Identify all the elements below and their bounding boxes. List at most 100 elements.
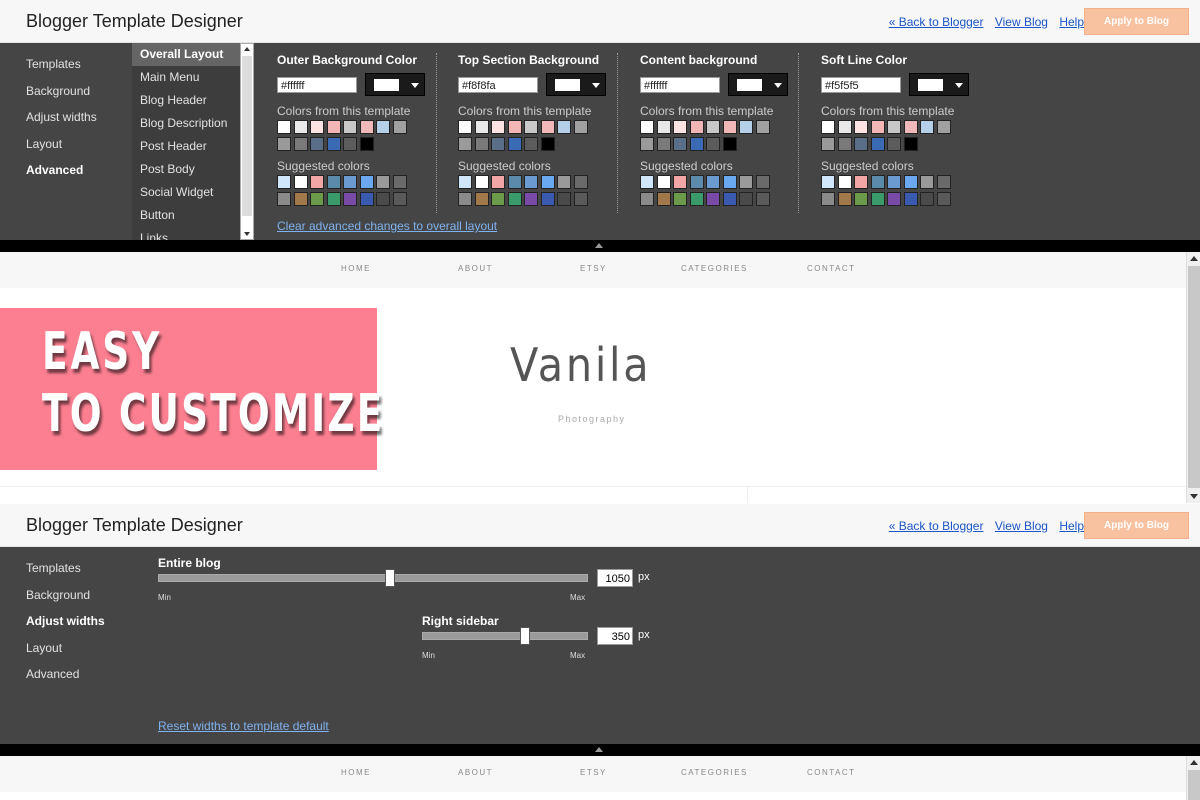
color-swatch[interactable] [673, 120, 687, 134]
scroll-up-icon[interactable] [1190, 256, 1198, 261]
color-swatch[interactable] [573, 191, 588, 206]
nav-item-advanced[interactable]: Advanced [26, 163, 97, 190]
color-swatch[interactable] [821, 136, 835, 151]
color-swatch[interactable] [573, 175, 588, 189]
color-swatch[interactable] [739, 120, 753, 134]
color-swatch[interactable] [706, 175, 720, 189]
color-swatch[interactable] [870, 136, 885, 151]
color-swatch[interactable] [310, 175, 324, 189]
nav-item-advanced[interactable]: Advanced [26, 667, 105, 694]
color-swatch[interactable] [474, 120, 489, 134]
color-swatch[interactable] [722, 120, 737, 134]
color-swatch[interactable] [689, 136, 704, 151]
color-swatch[interactable] [656, 120, 671, 134]
subnav-item-main-menu[interactable]: Main Menu [132, 66, 240, 89]
color-swatch[interactable] [854, 120, 868, 134]
color-swatch[interactable] [310, 191, 324, 206]
color-swatch[interactable] [557, 120, 571, 134]
color-swatch[interactable] [887, 175, 901, 189]
color-swatch[interactable] [870, 175, 885, 189]
color-swatch[interactable] [458, 175, 472, 189]
color-swatch[interactable] [870, 120, 885, 134]
color-swatch[interactable] [854, 191, 868, 206]
hex-input[interactable]: #f8f8fa [458, 77, 538, 93]
nav-item-templates[interactable]: Templates [26, 57, 97, 84]
color-swatch[interactable] [887, 191, 901, 206]
color-swatch[interactable] [640, 120, 654, 134]
back-to-blogger-link[interactable]: « Back to Blogger [889, 15, 984, 29]
entire-blog-track[interactable] [158, 574, 588, 582]
right-sidebar-width-input[interactable]: 350 [597, 627, 633, 645]
hex-input[interactable]: #ffffff [640, 77, 720, 93]
color-swatch[interactable] [903, 175, 918, 189]
view-blog-link[interactable]: View Blog [995, 15, 1048, 29]
color-swatch[interactable] [343, 191, 357, 206]
color-swatch[interactable] [837, 120, 852, 134]
color-swatch[interactable] [854, 175, 868, 189]
menu-categories[interactable]: CATEGORIES [681, 264, 748, 273]
color-swatch[interactable] [507, 191, 522, 206]
nav-item-templates[interactable]: Templates [26, 561, 105, 588]
nav-item-background[interactable]: Background [26, 588, 105, 615]
color-swatch[interactable] [854, 136, 868, 151]
menu-contact[interactable]: CONTACT [807, 264, 856, 273]
color-swatch[interactable] [343, 136, 357, 151]
menu-etsy[interactable]: ETSY [580, 768, 607, 777]
color-swatch[interactable] [573, 120, 588, 134]
color-swatch[interactable] [540, 136, 555, 151]
nav-item-layout[interactable]: Layout [26, 641, 105, 668]
color-swatch[interactable] [491, 191, 505, 206]
color-swatch[interactable] [540, 120, 555, 134]
color-swatch[interactable] [326, 120, 341, 134]
color-swatch[interactable] [673, 136, 687, 151]
color-swatch[interactable] [755, 191, 770, 206]
color-swatch[interactable] [392, 191, 407, 206]
apply-to-blog-button[interactable]: Apply to Blog [1084, 512, 1189, 539]
color-swatch[interactable] [310, 120, 324, 134]
color-swatch[interactable] [359, 175, 374, 189]
color-swatch[interactable] [277, 175, 291, 189]
subnav-item-post-header[interactable]: Post Header [132, 135, 240, 158]
menu-about[interactable]: ABOUT [458, 768, 493, 777]
subnav-scrollbar[interactable] [240, 43, 254, 240]
color-swatch[interactable] [557, 175, 571, 189]
entire-blog-width-input[interactable]: 1050 [597, 569, 633, 587]
color-swatch[interactable] [507, 175, 522, 189]
color-swatch[interactable] [507, 120, 522, 134]
color-swatch[interactable] [458, 191, 472, 206]
color-picker-button[interactable] [909, 73, 969, 96]
color-swatch[interactable] [326, 175, 341, 189]
reset-widths-link[interactable]: Reset widths to template default [158, 719, 329, 733]
color-swatch[interactable] [706, 191, 720, 206]
entire-blog-slider-thumb[interactable] [385, 569, 396, 587]
color-swatch[interactable] [458, 120, 472, 134]
color-swatch[interactable] [887, 120, 901, 134]
color-swatch[interactable] [293, 175, 308, 189]
color-swatch[interactable] [524, 136, 538, 151]
color-swatch[interactable] [821, 175, 835, 189]
color-swatch[interactable] [887, 136, 901, 151]
color-swatch[interactable] [326, 191, 341, 206]
color-swatch[interactable] [903, 120, 918, 134]
color-swatch[interactable] [755, 175, 770, 189]
color-picker-button[interactable] [728, 73, 788, 96]
right-sidebar-slider-thumb[interactable] [519, 627, 530, 645]
color-swatch[interactable] [343, 175, 357, 189]
color-swatch[interactable] [392, 175, 407, 189]
color-swatch[interactable] [673, 175, 687, 189]
menu-home[interactable]: HOME [341, 768, 371, 777]
color-swatch[interactable] [689, 175, 704, 189]
color-swatch[interactable] [739, 191, 753, 206]
color-swatch[interactable] [524, 120, 538, 134]
color-swatch[interactable] [870, 191, 885, 206]
color-swatch[interactable] [310, 136, 324, 151]
color-swatch[interactable] [936, 120, 951, 134]
color-picker-button[interactable] [546, 73, 606, 96]
color-swatch[interactable] [491, 136, 505, 151]
menu-categories[interactable]: CATEGORIES [681, 768, 748, 777]
subnav-item-links[interactable]: Links [132, 227, 240, 240]
color-swatch[interactable] [920, 120, 934, 134]
collapse-bar[interactable] [0, 240, 1200, 252]
color-swatch[interactable] [326, 136, 341, 151]
color-swatch[interactable] [821, 191, 835, 206]
